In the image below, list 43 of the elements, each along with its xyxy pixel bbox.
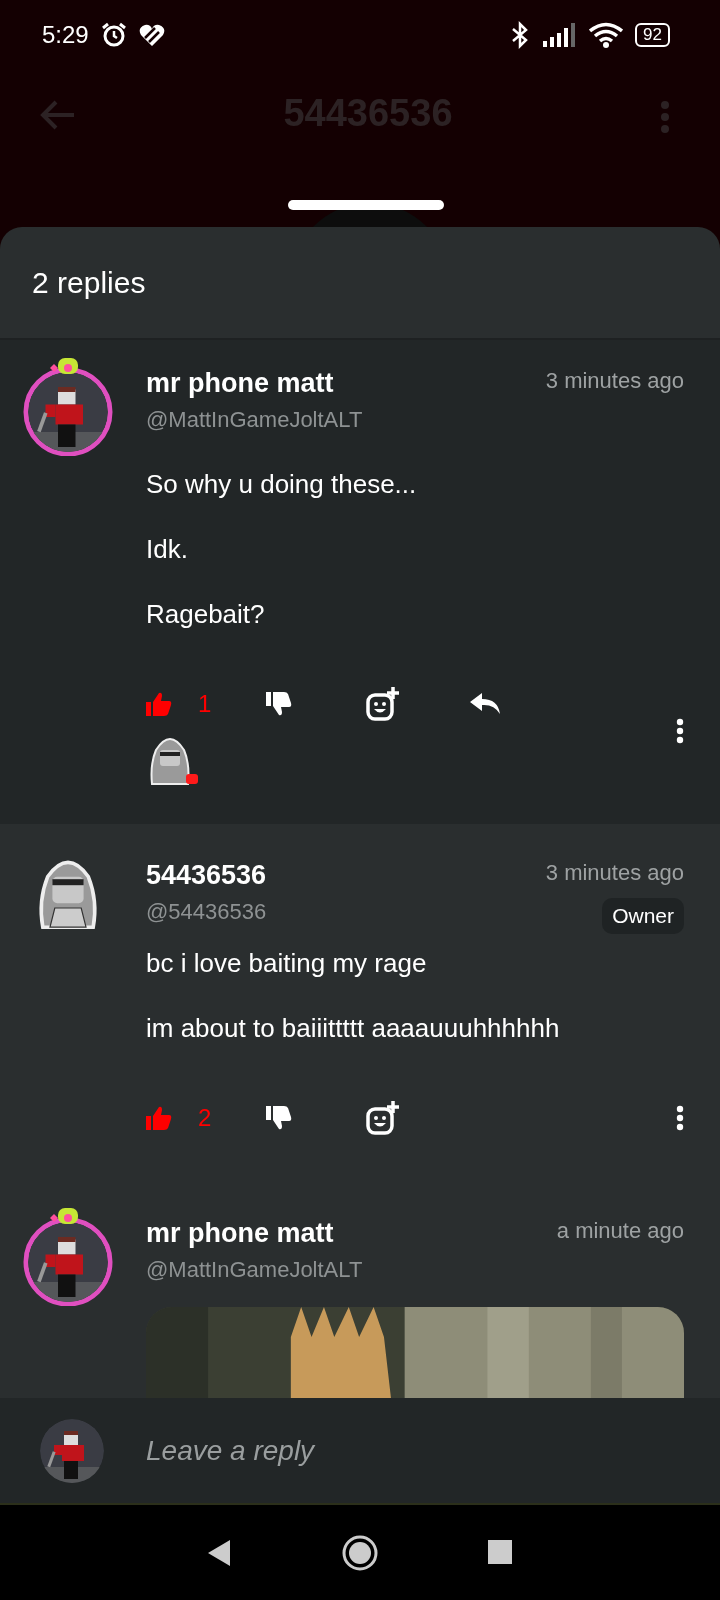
signal-icon	[543, 23, 578, 47]
thumbs-up-icon	[146, 692, 172, 716]
battery-indicator: 92	[635, 23, 670, 47]
comment-text: im about to baiiittttt aaaauuuhhhhhh	[146, 1013, 561, 1044]
user-name[interactable]: 54436536	[146, 860, 267, 891]
emoji-plus-icon	[366, 1101, 400, 1135]
user-handle: @MattInGameJoltALT	[146, 407, 363, 433]
more-icon	[676, 718, 684, 744]
alarm-icon	[100, 22, 127, 48]
thumbs-down-icon	[266, 692, 292, 716]
like-button[interactable]: 1	[146, 690, 266, 718]
reply-icon	[470, 693, 500, 715]
heart-icon	[138, 24, 165, 46]
more-icon	[676, 1105, 684, 1131]
user-name[interactable]: mr phone matt	[146, 368, 363, 399]
emoji-plus-icon	[366, 687, 400, 721]
back-nav-icon[interactable]	[206, 1537, 232, 1568]
comment-text: Ragebait?	[146, 599, 266, 630]
status-time: 5:29	[42, 21, 89, 49]
back-icon	[40, 100, 76, 130]
drag-handle[interactable]	[288, 200, 444, 210]
recents-nav-icon[interactable]	[488, 1539, 514, 1566]
thumbs-down-icon	[266, 1106, 292, 1130]
user-handle: @54436536	[146, 899, 267, 925]
timestamp: a minute ago	[556, 1218, 684, 1244]
wifi-icon	[589, 22, 624, 48]
reply-field[interactable]: Leave a reply	[144, 1433, 720, 1468]
owner-badge: Owner	[602, 898, 684, 934]
user-name[interactable]: mr phone matt	[146, 1218, 363, 1249]
timestamp: 3 minutes ago	[545, 368, 684, 394]
comment-text: Idk.	[146, 534, 189, 565]
user-avatar	[40, 1418, 104, 1483]
user-handle: @MattInGameJoltALT	[146, 1257, 363, 1283]
comment-text: So why u doing these...	[146, 469, 418, 500]
sheet-title: 2 replies	[32, 265, 146, 300]
comment-text: bc i love baiting my rage	[146, 948, 428, 979]
timestamp: 3 minutes ago	[545, 860, 684, 886]
reply-bar[interactable]: Leave a reply	[0, 1398, 720, 1505]
thumbs-up-icon	[146, 1106, 172, 1130]
more-button[interactable]	[676, 1105, 684, 1131]
home-nav-icon[interactable]	[342, 1534, 378, 1571]
more-icon	[660, 100, 670, 134]
more-button[interactable]	[676, 718, 684, 744]
